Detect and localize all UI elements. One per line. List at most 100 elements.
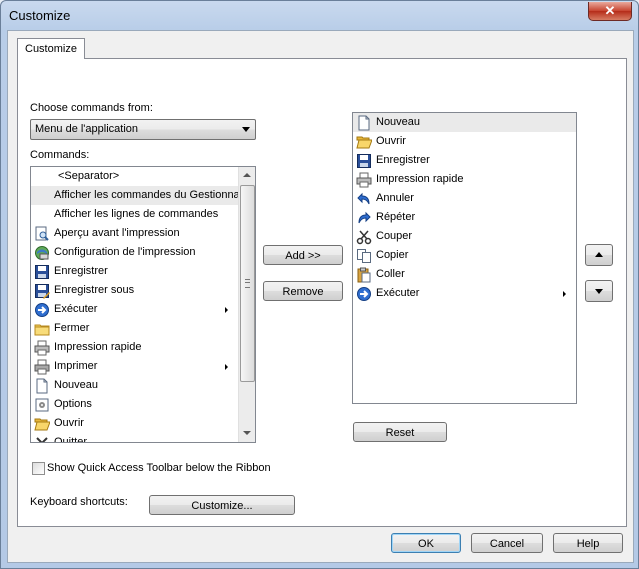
arrow-down-icon [595,289,603,294]
command-item[interactable]: Ouvrir [31,414,239,433]
tab-customize[interactable]: Customize [17,38,85,59]
command-item-label: Ouvrir [54,417,84,429]
command-item-label: Exécuter [54,303,98,315]
command-item-label: Quitter [54,436,88,443]
toolbar-item[interactable]: Ouvrir [353,132,576,151]
command-item[interactable]: Fermer [31,319,239,338]
toolbar-item-label: Annuler [376,192,414,204]
command-item-label: Aperçu avant l'impression [54,227,180,239]
ok-button[interactable]: OK [391,533,461,553]
command-item-label: Afficher les lignes de commandes [54,208,219,220]
close-button[interactable]: ✕ [588,2,632,21]
submenu-arrow-icon [225,307,228,313]
toolbar-item-label: Exécuter [376,287,420,299]
close-folder-icon [34,321,50,337]
redo-icon [356,210,372,226]
command-item-label: Fermer [54,322,90,334]
print-icon [34,359,50,375]
toolbar-item[interactable]: Exécuter [353,284,576,303]
move-up-button[interactable] [585,244,613,266]
commands-list-items: <Separator> Afficher les commandes du Ges… [31,167,242,443]
save-icon [356,153,372,169]
toolbar-item[interactable]: Copier [353,246,576,265]
toolbar-item-label: Impression rapide [376,173,464,185]
paste-icon [356,267,372,283]
quick-print-icon [356,172,372,188]
command-item-label: Imprimer [54,360,98,372]
commands-source-dropdown[interactable]: Menu de l'application [30,119,256,140]
add-button[interactable]: Add >> [263,245,343,265]
command-item[interactable]: Impression rapide [31,338,239,357]
toolbar-item-label: Nouveau [376,116,421,128]
commands-list[interactable]: <Separator> Afficher les commandes du Ges… [30,166,256,443]
commands-source-value: Menu de l'application [35,123,139,135]
command-item[interactable]: Imprimer [31,357,239,376]
new-document-icon [34,378,50,394]
toolbar-item[interactable]: Couper [353,227,576,246]
grip-icon [245,279,250,288]
toolbar-item[interactable]: Nouveau [353,113,576,132]
commands-scrollbar[interactable] [238,167,255,442]
keyboard-shortcuts-label: Keyboard shortcuts: [30,496,128,508]
show-below-ribbon-checkbox[interactable] [32,462,45,475]
cut-icon [356,229,372,245]
toolbar-item[interactable]: Coller [353,265,576,284]
toolbar-item[interactable]: Enregistrer [353,151,576,170]
toolbar-item-label: Coller [376,268,405,280]
open-folder-icon [34,416,51,432]
toolbar-item[interactable]: Répéter [353,208,576,227]
command-item[interactable]: Enregistrer [31,262,239,281]
toolbar-item-label: Couper [376,230,413,242]
customize-dialog: Customize ✕ Customize Choose commands fr… [0,0,639,569]
toolbar-item-label: Enregistrer [376,154,430,166]
submenu-arrow-icon [563,291,566,297]
customize-shortcuts-button[interactable]: Customize... [149,495,295,515]
command-item-label: Configuration de l'impression [54,246,196,258]
show-below-ribbon-label[interactable]: Show Quick Access Toolbar below the Ribb… [47,462,271,474]
tab-panel: Choose commands from: Menu de l'applicat… [17,58,627,527]
close-icon: ✕ [604,3,616,18]
scrollbar-thumb[interactable] [240,185,255,382]
toolbar-item-label: Copier [376,249,409,261]
command-item[interactable]: Afficher les lignes de commandes [31,205,239,224]
quick-access-toolbar-list[interactable]: Nouveau Ouvrir Enregistrer Impression rapid… [352,112,577,404]
undo-icon [356,191,372,207]
toolbar-item-label: Ouvrir [376,135,406,147]
command-item[interactable]: Configuration de l'impression [31,243,239,262]
reset-button[interactable]: Reset [353,422,447,442]
help-button[interactable]: Help [553,533,623,553]
command-item[interactable]: Nouveau [31,376,239,395]
toolbar-item[interactable]: Impression rapide [353,170,576,189]
run-icon [356,286,372,302]
toolbar-item[interactable]: Annuler [353,189,576,208]
command-item-label: Enregistrer [54,265,108,277]
new-document-icon [356,115,372,131]
chevron-down-icon [242,127,250,132]
save-as-icon [34,283,50,299]
command-item[interactable]: Afficher les commandes du Gestionnai [31,186,242,205]
command-item-label: <Separator> [58,170,120,182]
command-item[interactable]: Exécuter [31,300,239,319]
command-item[interactable]: <Separator> [31,167,239,186]
exit-icon [34,435,50,442]
toolbar-list-items: Nouveau Ouvrir Enregistrer Impression rapid… [353,113,576,303]
command-item[interactable]: Options [31,395,239,414]
cancel-button[interactable]: Cancel [471,533,543,553]
submenu-arrow-icon [225,364,228,370]
move-down-button[interactable] [585,280,613,302]
command-item[interactable]: Aperçu avant l'impression [31,224,239,243]
command-item-label: Impression rapide [54,341,142,353]
command-item[interactable]: Enregistrer sous [31,281,239,300]
window-title: Customize [9,8,71,23]
scroll-up-icon[interactable] [243,173,251,177]
title-bar[interactable]: Customize ✕ [1,1,638,31]
run-icon [34,302,50,318]
command-item-label: Nouveau [54,379,99,391]
scroll-down-icon[interactable] [243,431,251,435]
commands-label: Commands: [30,149,90,161]
print-preview-icon [34,226,50,242]
copy-icon [356,248,372,264]
command-item[interactable]: Quitter [31,433,239,443]
quick-print-icon [34,340,50,356]
remove-button[interactable]: Remove [263,281,343,301]
